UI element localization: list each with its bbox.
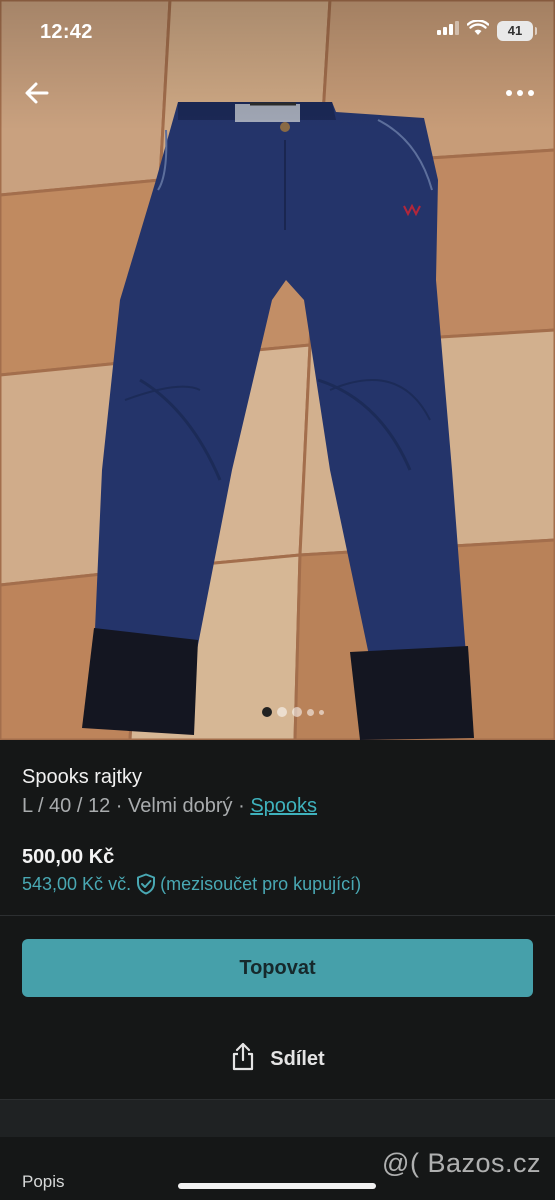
total-note: (mezisoučet pro kupující) — [160, 873, 362, 894]
promote-button[interactable]: Topovat — [22, 939, 533, 997]
meta-separator: · — [115, 795, 123, 817]
listing-price: 500,00 Kč — [22, 846, 115, 868]
total-price: 543,00 Kč vč. — [22, 873, 132, 894]
listing-title: Spooks rajtky — [22, 766, 143, 788]
gallery-dot[interactable] — [276, 707, 287, 717]
wifi-icon — [466, 19, 490, 41]
description-heading: Popis — [22, 1172, 65, 1191]
signal-icon — [437, 21, 459, 40]
meta-separator: · — [238, 795, 245, 817]
brand-link[interactable]: Spooks — [250, 795, 317, 817]
gallery-pagination[interactable] — [0, 707, 555, 717]
gallery-dot[interactable] — [318, 709, 324, 715]
battery-indicator: 41 — [497, 20, 537, 41]
watermark-logo: @( Bazos.cz — [382, 1148, 541, 1178]
more-horizontal-icon — [506, 90, 534, 96]
divider — [0, 915, 555, 916]
share-icon — [230, 1041, 256, 1077]
listing-details: Spooks rajtky L / 40 / 12 · Velmi dobrý … — [0, 740, 555, 915]
more-options-button[interactable] — [503, 78, 537, 108]
listing-meta: L / 40 / 12 · Velmi dobrý · Spooks — [22, 795, 317, 818]
listing-size: L / 40 / 12 — [22, 795, 111, 817]
gallery-dot[interactable] — [291, 707, 302, 717]
back-button[interactable] — [20, 76, 54, 110]
arrow-left-icon — [25, 82, 49, 104]
gallery-dot[interactable] — [261, 707, 272, 717]
product-photo[interactable]: 12:42 41 — [0, 0, 555, 740]
share-label: Sdílet — [270, 1047, 325, 1070]
buyer-total[interactable]: 543,00 Kč vč. (mezisoučet pro kupující) — [22, 873, 361, 895]
shield-check-icon — [136, 873, 156, 895]
share-button[interactable]: Sdílet — [0, 1036, 555, 1082]
listing-condition: Velmi dobrý — [128, 795, 233, 817]
home-indicator[interactable] — [178, 1183, 376, 1189]
gallery-dot[interactable] — [306, 708, 314, 716]
status-icons: 41 — [437, 19, 537, 41]
status-time: 12:42 — [40, 21, 93, 43]
listing-screen: 12:42 41 Spooks rajtky L / 40 / 12 · Vel… — [0, 0, 555, 1200]
section-separator — [0, 1100, 555, 1137]
